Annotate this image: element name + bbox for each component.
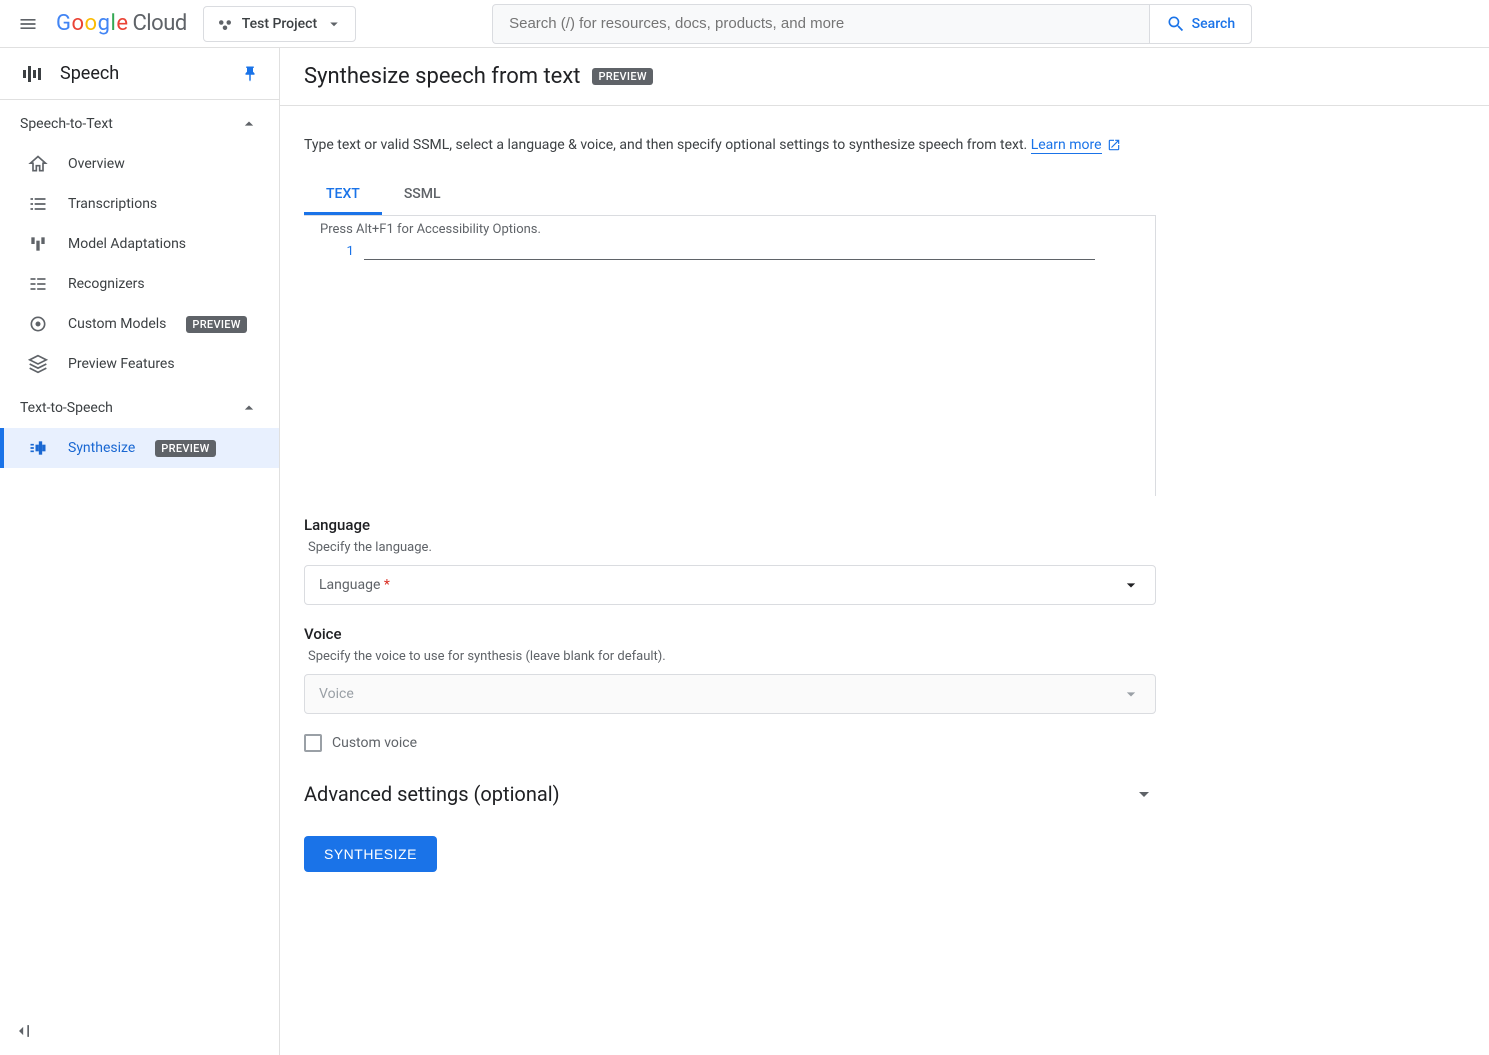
language-placeholder: Language [319,577,380,593]
voice-title: Voice [304,625,1156,643]
chevron-down-icon [1121,575,1141,595]
advanced-title: Advanced settings (optional) [304,782,560,806]
target-icon [28,314,48,334]
project-icon [216,15,234,33]
line-number: 1 [304,239,364,260]
sidebar-item-synthesize[interactable]: Synthesize PREVIEW [0,428,279,468]
chevron-up-icon [239,114,259,134]
speech-product-icon [20,62,44,86]
sidebar-item-label: Preview Features [68,356,175,372]
preview-badge: PREVIEW [592,68,652,85]
hamburger-icon [18,14,38,34]
chevron-down-icon [325,15,343,33]
layers-icon [28,354,48,374]
section-text-to-speech[interactable]: Text-to-Speech [0,384,279,428]
project-picker[interactable]: Test Project [203,6,356,42]
voice-desc: Specify the voice to use for synthesis (… [304,649,1156,664]
sidebar-item-label: Custom Models [68,316,166,332]
tab-ssml[interactable]: SSML [382,176,463,215]
tab-text[interactable]: TEXT [304,176,382,215]
chevron-down-icon [1121,684,1141,704]
search-button[interactable]: Search [1149,5,1251,43]
sidebar-item-recognizers[interactable]: Recognizers [0,264,279,304]
language-title: Language [304,516,1156,534]
preview-badge: PREVIEW [186,316,246,333]
sidebar-item-overview[interactable]: Overview [0,144,279,184]
collapse-sidebar-button[interactable] [8,1015,40,1047]
search-button-label: Search [1192,16,1235,32]
preview-badge: PREVIEW [155,440,215,457]
collapse-icon [14,1021,34,1041]
advanced-settings-toggle[interactable]: Advanced settings (optional) [304,782,1156,806]
cloud-word: Cloud [132,11,186,36]
a11y-hint: Press Alt+F1 for Accessibility Options. [304,216,1155,239]
required-star: * [384,577,390,593]
chevron-down-icon [1132,782,1156,806]
language-select[interactable]: Language * [304,565,1156,605]
sidebar-item-preview-features[interactable]: Preview Features [0,344,279,384]
custom-voice-label: Custom voice [332,735,417,751]
waveform-icon [28,438,48,458]
sidebar-item-label: Transcriptions [68,196,157,212]
text-input-line[interactable] [364,239,1095,260]
external-link-icon [1107,138,1121,152]
sidebar-item-transcriptions[interactable]: Transcriptions [0,184,279,224]
chevron-up-icon [239,398,259,418]
sidebar-item-model-adaptations[interactable]: Model Adaptations [0,224,279,264]
search-input[interactable] [493,5,1149,43]
sidebar-item-custom-models[interactable]: Custom Models PREVIEW [0,304,279,344]
list-icon [28,194,48,214]
project-name: Test Project [242,16,317,32]
intro-text: Type text or valid SSML, select a langua… [304,134,1156,156]
language-desc: Specify the language. [304,540,1156,555]
section-title: Text-to-Speech [20,400,113,416]
sidebar-item-label: Synthesize [68,440,135,456]
text-editor: Press Alt+F1 for Accessibility Options. … [304,216,1156,496]
tune-icon [28,234,48,254]
pin-button[interactable] [241,65,259,83]
sidebar-item-label: Recognizers [68,276,145,292]
search-icon [1166,14,1186,34]
input-tabs: TEXT SSML [304,176,1156,216]
section-title: Speech-to-Text [20,116,113,132]
voice-placeholder: Voice [319,686,354,702]
product-title: Speech [60,63,225,84]
sidebar-item-label: Overview [68,156,125,172]
global-search: Search [492,4,1252,44]
grid-icon [28,274,48,294]
custom-voice-checkbox[interactable] [304,734,322,752]
page-title: Synthesize speech from text [304,64,580,89]
google-cloud-logo[interactable]: Google Cloud [56,11,187,36]
synthesize-button[interactable]: SYNTHESIZE [304,836,437,872]
learn-more-link[interactable]: Learn more [1031,137,1102,154]
pin-icon [241,65,259,83]
sidebar-item-label: Model Adaptations [68,236,186,252]
section-speech-to-text[interactable]: Speech-to-Text [0,100,279,144]
home-icon [28,154,48,174]
voice-select[interactable]: Voice [304,674,1156,714]
nav-menu-button[interactable] [16,12,40,36]
